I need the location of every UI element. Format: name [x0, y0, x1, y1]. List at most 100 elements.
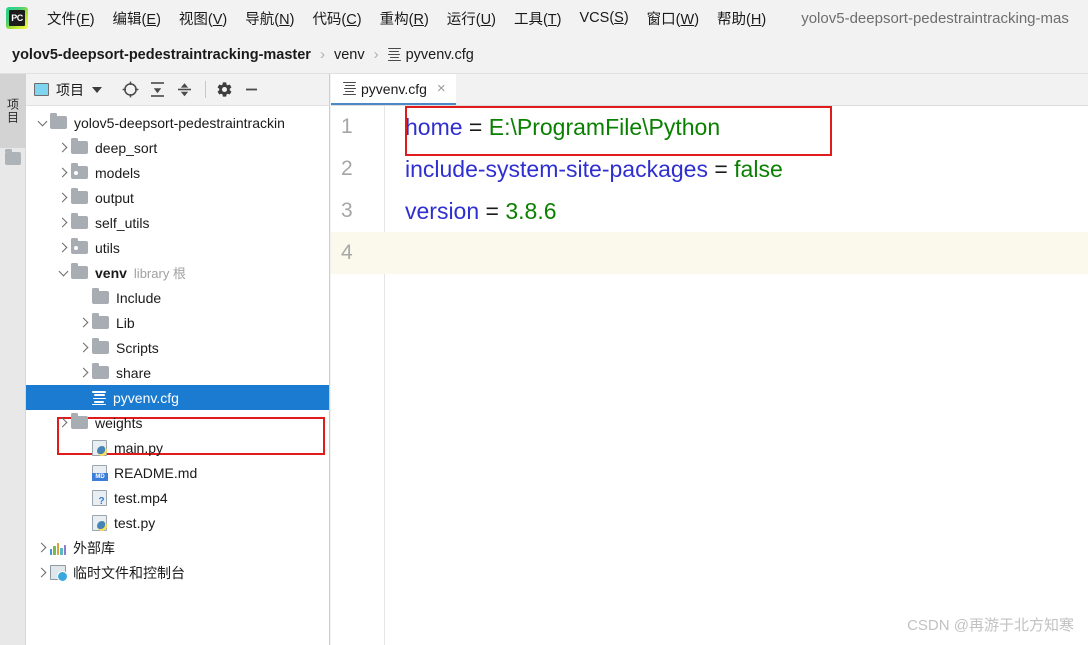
tree-row[interactable]: self_utils	[26, 210, 329, 235]
stripe-button-project-label: 项目	[5, 98, 20, 124]
tree-row-label: test.py	[114, 514, 156, 531]
editor-tab-pyvenv-cfg[interactable]: pyvenv.cfg ×	[331, 74, 456, 105]
folder-icon	[92, 362, 109, 379]
chevron-right-icon[interactable]	[55, 142, 71, 153]
tree-row[interactable]: output	[26, 185, 329, 210]
tree-row[interactable]: Include	[26, 285, 329, 310]
menu-item-1[interactable]: 编辑(E)	[104, 5, 170, 32]
chevron-down-icon[interactable]	[34, 116, 50, 126]
tree-row-label: Include	[116, 289, 162, 306]
chevron-right-icon[interactable]	[55, 242, 71, 253]
code-lines[interactable]: 1 home = E:\ProgramFile\Python 2 include-sy…	[331, 106, 1088, 274]
tree-row[interactable]: test.py	[26, 510, 329, 535]
chevron-right-icon[interactable]	[55, 192, 71, 203]
menu-item-paren: )	[623, 10, 629, 26]
menu-item-9[interactable]: 窗口(W)	[638, 5, 708, 32]
breadcrumb-file[interactable]: pyvenv.cfg	[406, 47, 474, 63]
tree-row[interactable]: Lib	[26, 310, 329, 335]
breadcrumb-root[interactable]: yolov5-deepsort-pedestraintracking-maste…	[12, 47, 311, 63]
expand-icon[interactable]	[172, 78, 196, 102]
folder-icon	[92, 287, 109, 304]
menu-item-label: 视图(	[178, 11, 213, 28]
config-value: false	[734, 155, 783, 182]
tree-row[interactable]: weights	[26, 410, 329, 435]
menu-item-0[interactable]: 文件(F)	[38, 5, 104, 32]
tree-row[interactable]: venv library 根	[26, 260, 329, 285]
chevron-right-icon[interactable]	[76, 317, 92, 328]
collapse-all-icon[interactable]	[145, 78, 169, 102]
menu-item-paren: )	[289, 11, 295, 28]
chevron-right-icon[interactable]	[76, 342, 92, 353]
tree-row[interactable]: README.md	[26, 460, 329, 485]
tree-row-label: share	[116, 364, 152, 381]
source-folder-icon	[71, 237, 88, 254]
menu-item-paren: )	[556, 11, 562, 28]
editor-area: pyvenv.cfg × 1 home = E:\ProgramFile\Pyth…	[331, 74, 1088, 645]
tree-row-label: pyvenv.cfg	[113, 389, 179, 406]
menu-item-4[interactable]: 代码(C)	[303, 5, 370, 32]
menu-item-5[interactable]: 重构(R)	[371, 5, 438, 32]
folder-icon	[71, 412, 88, 429]
config-key: version	[405, 197, 480, 224]
menu-item-mnemonic: V	[212, 11, 223, 28]
menu-item-label: 文件(	[47, 11, 81, 28]
locate-icon[interactable]	[118, 78, 142, 102]
chevron-right-icon[interactable]	[55, 167, 71, 178]
menu-item-mnemonic: S	[614, 10, 624, 26]
breadcrumb-separator-1: ›	[319, 46, 325, 63]
stripe-button-project[interactable]: 项目	[0, 74, 26, 148]
tree-row-selected[interactable]: pyvenv.cfg	[26, 385, 329, 410]
tree-row[interactable]: utils	[26, 235, 329, 260]
tree-row-label: venv	[95, 264, 127, 281]
tree-row[interactable]: Scripts	[26, 335, 329, 360]
tree-row-label: self_utils	[95, 214, 150, 231]
menu-item-6[interactable]: 运行(U)	[438, 5, 505, 32]
code-line[interactable]: 1 home = E:\ProgramFile\Python	[331, 106, 1088, 148]
tree-row[interactable]: 外部库	[26, 535, 329, 560]
code-text: home = E:\ProgramFile\Python	[385, 114, 720, 141]
code-line-active[interactable]: 4	[331, 232, 1088, 274]
scratches-icon	[50, 565, 68, 582]
chevron-right-icon[interactable]	[76, 367, 92, 378]
gear-icon[interactable]	[212, 78, 236, 102]
menu-item-3[interactable]: 导航(N)	[236, 5, 303, 32]
menu-item-2[interactable]: 视图(V)	[170, 5, 236, 32]
close-icon[interactable]: ×	[437, 81, 446, 96]
tree-row[interactable]: share	[26, 360, 329, 385]
folder-icon	[71, 212, 88, 229]
tree-row-label: 临时文件和控制台	[73, 564, 185, 581]
menu-item-label: 代码(	[312, 11, 347, 28]
menu-item-10[interactable]: 帮助(H)	[708, 5, 775, 32]
menu-item-paren: )	[89, 11, 95, 28]
config-equals: =	[462, 113, 489, 140]
chevron-down-icon[interactable]	[55, 266, 71, 276]
chevron-right-icon[interactable]	[55, 217, 71, 228]
tree-row[interactable]: 临时文件和控制台	[26, 560, 329, 585]
line-number: 2	[341, 157, 353, 180]
code-line[interactable]: 2 include-system-site-packages = false	[331, 148, 1088, 190]
chevron-right-icon[interactable]	[34, 567, 50, 578]
tree-row[interactable]: deep_sort	[26, 135, 329, 160]
chevron-down-icon[interactable]	[92, 86, 102, 93]
menu-item-8[interactable]: VCS(S)	[571, 7, 638, 29]
editor-body[interactable]: 1 home = E:\ProgramFile\Python 2 include-sy…	[331, 106, 1088, 645]
menu-item-paren: )	[761, 11, 767, 28]
menu-item-label: VCS(	[579, 10, 615, 26]
menu-item-7[interactable]: 工具(T)	[505, 5, 571, 32]
pycharm-logo-text: PC	[9, 10, 25, 26]
minimize-icon[interactable]	[239, 78, 263, 102]
breadcrumb-folder[interactable]: venv	[334, 47, 365, 63]
menu-item-mnemonic: H	[750, 11, 762, 28]
config-key: include-system-site-packages	[405, 155, 708, 182]
config-value: 3.8.6	[505, 197, 557, 224]
tree-row[interactable]: yolov5-deepsort-pedestraintrackin	[26, 110, 329, 135]
menu-item-mnemonic: N	[279, 11, 290, 28]
tree-row[interactable]: test.mp4	[26, 485, 329, 510]
project-tree[interactable]: yolov5-deepsort-pedestraintrackin deep_so…	[26, 106, 329, 645]
tree-row[interactable]: main.py	[26, 435, 329, 460]
chevron-right-icon[interactable]	[34, 542, 50, 553]
editor-tab-bar: pyvenv.cfg ×	[331, 74, 1088, 106]
chevron-right-icon[interactable]	[55, 417, 71, 428]
tree-row[interactable]: models	[26, 160, 329, 185]
code-line[interactable]: 3 version = 3.8.6	[331, 190, 1088, 232]
